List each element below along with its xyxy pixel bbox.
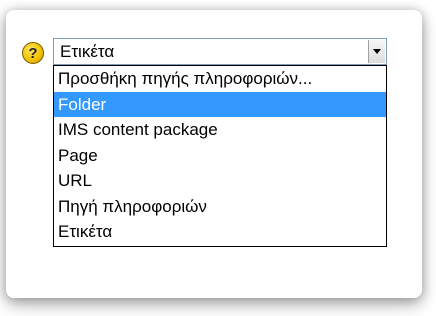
dropdown-arrow-button[interactable] bbox=[368, 40, 385, 63]
select-current-value: Ετικέτα bbox=[60, 42, 115, 61]
option-folder[interactable]: Folder bbox=[54, 91, 386, 117]
chevron-down-icon bbox=[373, 49, 381, 54]
help-icon-symbol: ? bbox=[28, 44, 38, 62]
option-resource[interactable]: Πηγή πληροφοριών bbox=[54, 194, 386, 220]
dropdown-list: Προσθήκη πηγής πληροφοριών... Folder IMS… bbox=[53, 65, 387, 247]
option-page[interactable]: Page bbox=[54, 143, 386, 169]
option-add-resource[interactable]: Προσθήκη πηγής πληροφοριών... bbox=[54, 66, 386, 92]
help-icon[interactable]: ? bbox=[22, 42, 44, 64]
activity-type-select[interactable]: Ετικέτα bbox=[53, 38, 387, 65]
option-url[interactable]: URL bbox=[54, 168, 386, 194]
option-label[interactable]: Ετικέτα bbox=[54, 219, 386, 245]
option-ims-content-package[interactable]: IMS content package bbox=[54, 117, 386, 143]
